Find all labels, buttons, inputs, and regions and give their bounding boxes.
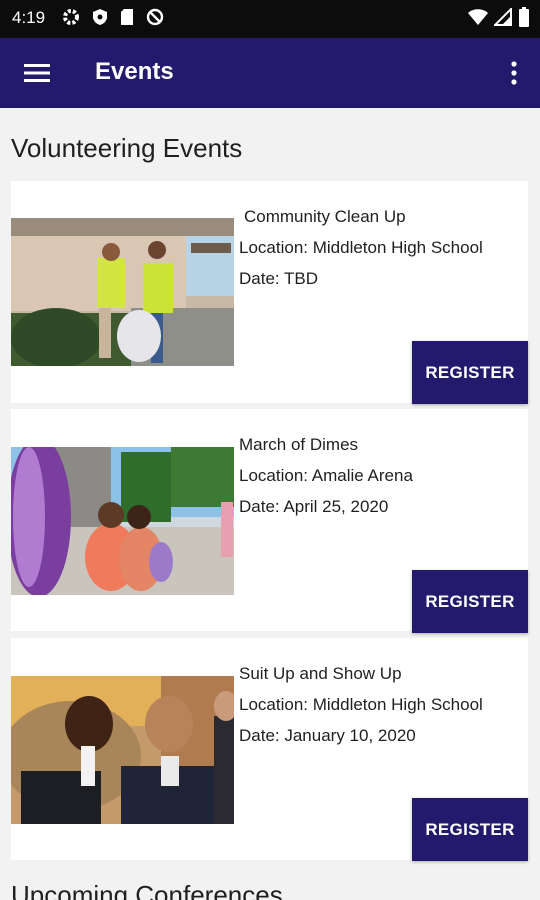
- status-bar: 4:19: [0, 0, 540, 38]
- event-details: March of Dimes Location: Amalie Arena Da…: [239, 429, 413, 522]
- event-title: March of Dimes: [239, 435, 359, 454]
- event-date: Date: TBD: [239, 269, 319, 288]
- section-title-volunteering: Volunteering Events: [11, 133, 243, 163]
- status-icons-left: [62, 8, 164, 30]
- event-location: Location: Amalie Arena: [239, 466, 413, 485]
- event-date: Date: January 10, 2020: [239, 726, 416, 745]
- status-icons-right: [468, 6, 530, 31]
- event-location: Location: Middleton High School: [239, 695, 483, 714]
- event-location: Location: Middleton High School: [239, 238, 483, 257]
- gear-icon: [62, 8, 80, 30]
- no-sign-icon: [146, 8, 164, 30]
- page-title: Events: [95, 58, 174, 85]
- event-card: Community Clean Up Location: Middleton H…: [11, 181, 528, 404]
- event-details: Suit Up and Show Up Location: Middleton …: [239, 658, 483, 751]
- event-card: March of Dimes Location: Amalie Arena Da…: [11, 409, 528, 633]
- signal-icon: [492, 6, 512, 30]
- status-time: 4:19: [12, 8, 46, 27]
- more-vert-icon[interactable]: [502, 56, 526, 90]
- event-image: [11, 447, 234, 595]
- event-image: [11, 218, 234, 366]
- sd-card-icon: [120, 8, 134, 30]
- shield-icon: [92, 8, 108, 30]
- register-button[interactable]: REGISTER: [412, 341, 528, 404]
- event-details: Community Clean Up Location: Middleton H…: [239, 201, 483, 294]
- event-card: Suit Up and Show Up Location: Middleton …: [11, 638, 528, 861]
- event-image: [11, 676, 234, 824]
- app-bar: Events: [0, 38, 540, 108]
- battery-icon: [518, 7, 530, 31]
- hamburger-menu-icon[interactable]: [18, 54, 56, 92]
- wifi-icon: [468, 8, 488, 30]
- event-title: Community Clean Up: [244, 207, 406, 226]
- section-title-conferences: Upcoming Conferences: [11, 880, 283, 900]
- register-button[interactable]: REGISTER: [412, 570, 528, 633]
- event-date: Date: April 25, 2020: [239, 497, 389, 516]
- event-title: Suit Up and Show Up: [239, 664, 402, 683]
- register-button[interactable]: REGISTER: [412, 798, 528, 861]
